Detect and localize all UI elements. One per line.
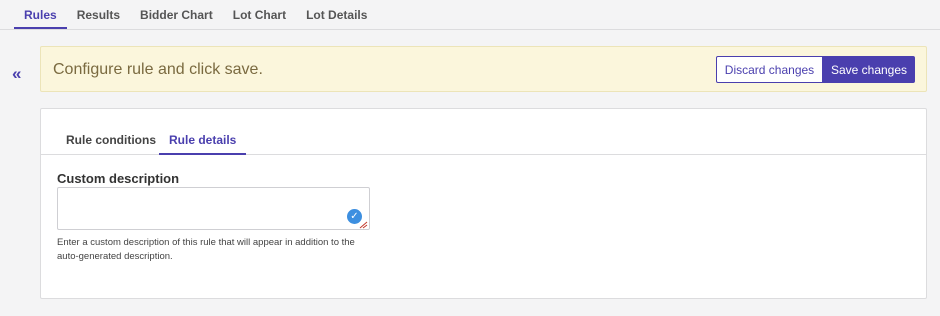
discard-changes-button[interactable]: Discard changes [716, 56, 823, 83]
custom-description-label: Custom description [57, 171, 180, 186]
rule-panel: Rule conditions Rule details Custom desc… [40, 108, 927, 299]
tab-bidder-chart[interactable]: Bidder Chart [130, 0, 223, 29]
double-chevron-left-icon[interactable]: « [12, 64, 28, 84]
custom-description-help: Enter a custom description of this rule … [57, 237, 355, 262]
tab-lot-chart[interactable]: Lot Chart [223, 0, 296, 29]
tab-rule-details[interactable]: Rule details [159, 133, 247, 155]
custom-description-field[interactable] [57, 187, 370, 230]
banner-message: Configure rule and click save. [53, 61, 263, 78]
tab-rules[interactable]: Rules [14, 0, 67, 29]
top-tab-bar: Rules Results Bidder Chart Lot Chart Lot… [0, 0, 940, 30]
tab-results[interactable]: Results [67, 0, 130, 29]
tab-rule-conditions[interactable]: Rule conditions [66, 133, 156, 155]
resize-handle-icon[interactable] [359, 221, 368, 229]
rule-tab-bar: Rule conditions Rule details [41, 109, 926, 155]
save-banner: Configure rule and click save. Discard c… [40, 46, 927, 92]
save-changes-button[interactable]: Save changes [823, 56, 915, 83]
tab-lot-details[interactable]: Lot Details [296, 0, 377, 29]
